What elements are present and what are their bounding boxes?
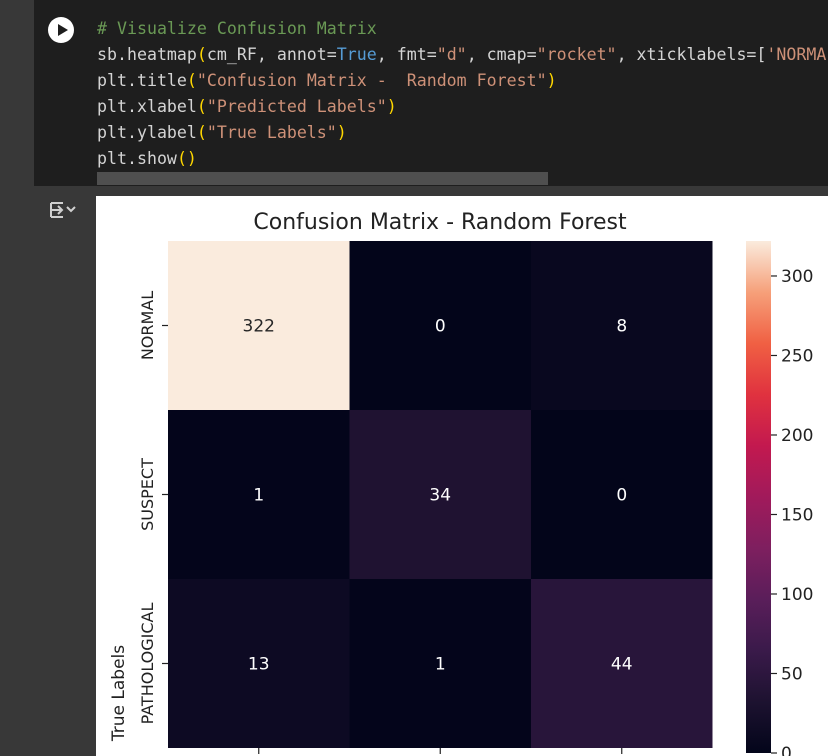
code-line: plt.show()	[97, 146, 828, 172]
cell-value-label: 0	[616, 486, 627, 506]
code-line: plt.xlabel("Predicted Labels")	[97, 94, 828, 120]
row-label: PATHOLOGICAL	[138, 603, 157, 725]
colorbar-tick-label: 200	[781, 426, 813, 446]
row-label: SUSPECT	[138, 458, 157, 531]
output-toggle-icon	[50, 202, 76, 218]
colorbar-tick-label: 50	[781, 664, 803, 684]
code-token: plt.xlabel	[97, 97, 197, 116]
code-token: sb.heatmap	[97, 45, 197, 64]
code-token: True	[336, 45, 377, 64]
code-token: )	[546, 71, 557, 90]
code-token: ()	[176, 149, 197, 168]
row-label: NORMAL	[138, 291, 157, 360]
code-token: plt.ylabel	[97, 123, 197, 142]
code-token: "rocket"	[536, 45, 617, 64]
code-line: sb.heatmap(cm_RF, annot=True, fmt="d", c…	[97, 42, 828, 68]
code-token: )	[386, 97, 397, 116]
code-line: # Visualize Confusion Matrix	[97, 16, 828, 42]
code-cell: # Visualize Confusion Matrix sb.heatmap(c…	[0, 0, 828, 186]
colorbar-tick-label: 300	[781, 267, 813, 287]
cell-output: Confusion Matrix - Random Forest True La…	[96, 196, 828, 756]
code-token: (	[196, 45, 207, 64]
code-token: "d"	[436, 45, 467, 64]
code-token: cm_RF, annot=	[206, 45, 337, 64]
colorbar	[746, 241, 771, 753]
cell-value-label: 8	[616, 317, 627, 337]
code-token: "True Labels"	[206, 123, 337, 142]
chart-title: Confusion Matrix - Random Forest	[253, 210, 627, 235]
cell-value-label: 44	[611, 655, 633, 675]
code-text[interactable]: # Visualize Confusion Matrix sb.heatmap(c…	[97, 16, 828, 172]
code-token: plt.title	[97, 71, 187, 90]
heatmap-cells: 322 0 8 1 34 0 13 1 44	[168, 241, 713, 748]
code-token: 'NORMAL'	[766, 45, 828, 64]
confusion-matrix-heatmap: Confusion Matrix - Random Forest True La…	[109, 210, 813, 756]
cell-value-label: 322	[243, 317, 275, 337]
code-token: )	[336, 123, 347, 142]
cell-value-label: 34	[429, 486, 451, 506]
colorbar-tick-label: 0	[781, 744, 792, 756]
row-labels: NORMAL SUSPECT PATHOLOGICAL	[138, 291, 168, 725]
column-ticks	[258, 748, 623, 754]
code-token: , cmap=	[466, 45, 537, 64]
code-token: plt.show	[97, 149, 177, 168]
colorbar-ticks: 0 50 100 150 200 250 300	[771, 267, 813, 756]
code-token: (	[196, 97, 207, 116]
cell-value-label: 13	[248, 655, 270, 675]
cell-value-label: 1	[435, 655, 446, 675]
code-line: plt.ylabel("True Labels")	[97, 120, 828, 146]
code-token: # Visualize Confusion Matrix	[97, 19, 377, 38]
cell-value-label: 1	[253, 486, 264, 506]
code-token: , fmt=	[376, 45, 437, 64]
y-axis-label: True Labels	[109, 645, 129, 742]
code-token: "Predicted Labels"	[206, 97, 387, 116]
code-line: plt.title("Confusion Matrix - Random For…	[97, 68, 828, 94]
code-token: "Confusion Matrix - Random Forest"	[196, 71, 547, 90]
horizontal-scrollbar[interactable]	[97, 172, 548, 185]
colorbar-tick-label: 100	[781, 585, 813, 605]
output-toggle-button[interactable]	[48, 198, 76, 222]
colorbar-tick-label: 250	[781, 346, 813, 366]
code-token: (	[186, 71, 197, 90]
cell-value-label: 0	[435, 317, 446, 337]
code-token: (	[196, 123, 207, 142]
code-token: , xticklabels=[	[616, 45, 767, 64]
run-cell-button[interactable]	[48, 17, 74, 43]
colorbar-tick-label: 150	[781, 505, 813, 525]
play-icon	[58, 24, 68, 36]
